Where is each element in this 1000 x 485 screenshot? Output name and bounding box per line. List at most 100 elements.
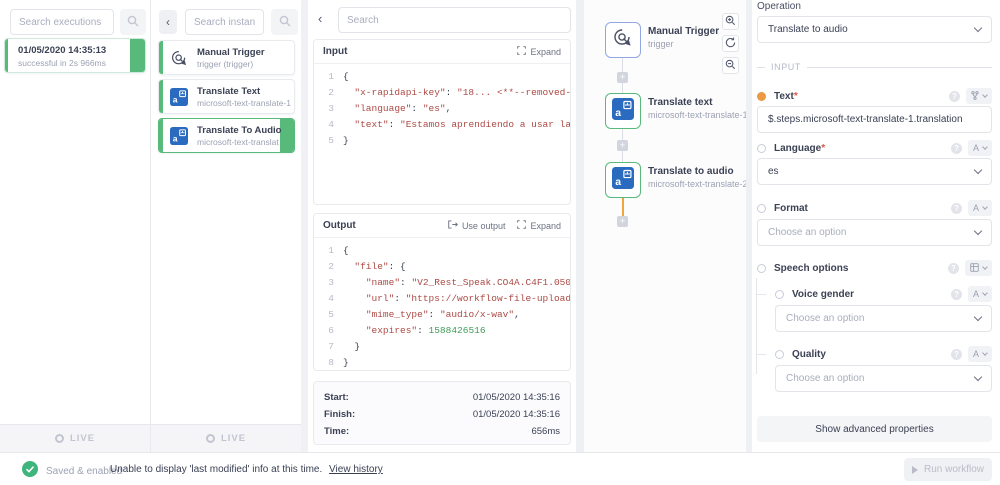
- type-selector-string[interactable]: A: [968, 140, 992, 156]
- run-workflow-button[interactable]: Run workflow: [904, 458, 992, 481]
- help-icon[interactable]: ?: [949, 91, 960, 102]
- use-output-button[interactable]: Use output: [448, 220, 506, 231]
- diagram-node-title[interactable]: Manual Trigger: [648, 26, 719, 37]
- field-label: Voice gender: [792, 289, 854, 300]
- field-dot-icon: [775, 290, 784, 299]
- input-section-divider: INPUT: [757, 62, 992, 72]
- add-step-button[interactable]: +: [617, 216, 628, 227]
- operation-label: Operation: [757, 1, 992, 12]
- show-advanced-properties-button[interactable]: Show advanced properties: [757, 416, 992, 442]
- chevron-down-icon: [974, 313, 982, 321]
- timing-summary: Start: 01/05/2020 14:35:16 Finish: 01/05…: [313, 381, 571, 445]
- play-icon: [912, 466, 918, 474]
- execution-list-item[interactable]: 01/05/2020 14:35:13 successful in 2s 966…: [4, 38, 146, 73]
- svg-text:a: a: [615, 176, 621, 187]
- language-select[interactable]: es: [757, 158, 992, 185]
- input-code[interactable]: 1{2 "x-rapidapi-key": "18... <**--remove…: [314, 64, 570, 154]
- refresh-view-button[interactable]: [722, 35, 739, 52]
- check-circle-icon: [22, 461, 38, 482]
- workflow-app: 01/05/2020 14:35:13 successful in 2s 966…: [0, 0, 1000, 485]
- type-selector-string[interactable]: A: [968, 346, 992, 362]
- operation-select[interactable]: Translate to audio: [757, 16, 992, 43]
- add-step-button[interactable]: +: [617, 140, 628, 151]
- chevron-down-icon: [982, 92, 988, 98]
- string-type-icon: A: [973, 289, 979, 299]
- field-label: Format: [774, 203, 808, 214]
- diagram-node-subtitle: microsoft-text-translate-1: [648, 110, 748, 120]
- chevron-down-icon: [982, 350, 988, 356]
- help-icon[interactable]: ?: [951, 203, 962, 214]
- string-type-icon: A: [973, 203, 979, 213]
- format-select[interactable]: Choose an option: [757, 219, 992, 246]
- input-section-label: INPUT: [771, 62, 801, 72]
- output-code[interactable]: 1{2 "file": {3 "name": "V2_Rest_Speak.CO…: [314, 238, 570, 371]
- zoom-in-icon: [725, 13, 736, 31]
- step-subtitle: microsoft-text-translate-1 (tra..: [197, 98, 291, 109]
- inspector-back-button[interactable]: ‹: [318, 11, 322, 26]
- svg-text:a: a: [173, 95, 178, 105]
- live-label: LIVE: [221, 433, 246, 444]
- search-instance-button[interactable]: [271, 9, 298, 35]
- nested-guide-line: [757, 294, 766, 295]
- search-executions-button[interactable]: [120, 9, 146, 35]
- diagram-node-translate-text[interactable]: a: [605, 93, 641, 129]
- footer-bar: Saved & enabled Unable to display 'last …: [0, 452, 1000, 485]
- panel-divider: [576, 0, 584, 452]
- manual-trigger-icon: [170, 49, 189, 73]
- chevron-down-icon: [982, 264, 988, 270]
- expand-input-button[interactable]: Expand: [517, 46, 561, 57]
- search-instance-input[interactable]: [185, 9, 264, 35]
- voice-gender-select[interactable]: Choose an option: [775, 305, 992, 332]
- collapse-panel-button[interactable]: ‹: [159, 10, 177, 34]
- step-selected-indicator: [280, 119, 294, 152]
- inspector-search-input[interactable]: [338, 7, 571, 33]
- type-selector-string[interactable]: A: [968, 286, 992, 302]
- use-output-icon: [448, 220, 458, 231]
- type-selector-expression[interactable]: [966, 88, 992, 104]
- diagram-node-title[interactable]: Translate to audio: [648, 166, 734, 177]
- instance-live-toggle[interactable]: LIVE: [151, 424, 301, 452]
- instance-step-translate-text[interactable]: a Translate Text microsoft-text-translat…: [158, 79, 295, 114]
- timing-row-start: Start: 01/05/2020 14:35:16: [324, 389, 560, 406]
- diagram-node-translate-to-audio[interactable]: a: [605, 162, 641, 198]
- instance-step-translate-to-audio[interactable]: a Translate To Audio microsoft-text-tran…: [158, 118, 295, 153]
- step-config-panel: Operation Translate to audio INPUT Text*…: [752, 0, 1000, 452]
- type-selector-object[interactable]: [965, 260, 992, 276]
- help-icon[interactable]: ?: [951, 289, 962, 300]
- input-panel-header: Input Expand: [314, 40, 570, 64]
- instance-step-manual-trigger[interactable]: Manual Trigger trigger (trigger): [158, 40, 295, 75]
- expand-output-button[interactable]: Expand: [517, 220, 561, 231]
- add-step-button[interactable]: +: [617, 72, 628, 83]
- quality-select[interactable]: Choose an option: [775, 365, 992, 392]
- timing-row-time: Time: 656ms: [324, 423, 560, 440]
- view-history-link[interactable]: View history: [329, 464, 383, 475]
- workflow-diagram: Manual Trigger trigger + a Translate tex…: [584, 0, 746, 452]
- executions-live-toggle[interactable]: LIVE: [0, 424, 150, 452]
- execution-status: successful in 2s 966ms: [18, 58, 106, 69]
- expand-icon: [517, 220, 526, 231]
- field-dot-icon: [757, 144, 766, 153]
- execution-selected-indicator: [130, 39, 145, 72]
- help-icon[interactable]: ?: [951, 349, 962, 360]
- field-dot-icon: [757, 204, 766, 213]
- field-row-quality: Quality ? A: [775, 346, 992, 362]
- chevron-down-icon: [982, 204, 988, 210]
- execution-success-bar: [5, 39, 8, 72]
- live-label: LIVE: [70, 433, 95, 444]
- search-executions-input[interactable]: [10, 9, 114, 35]
- step-title: Translate Text: [197, 86, 260, 98]
- zoom-out-button[interactable]: [722, 57, 739, 74]
- text-value-input[interactable]: $.steps.microsoft-text-translate-1.trans…: [757, 106, 992, 133]
- field-row-format: Format ? A: [757, 200, 992, 216]
- field-label: Text: [774, 91, 794, 102]
- last-modified-message: Unable to display 'last modified' info a…: [110, 464, 383, 475]
- zoom-in-button[interactable]: [722, 13, 739, 30]
- help-icon[interactable]: ?: [948, 263, 959, 274]
- translate-icon: a: [612, 98, 634, 125]
- help-icon[interactable]: ?: [951, 143, 962, 154]
- diagram-node-title[interactable]: Translate text: [648, 97, 712, 108]
- nested-guide-line: [756, 278, 757, 374]
- save-status: Saved & enabled: [22, 461, 122, 482]
- type-selector-string[interactable]: A: [968, 200, 992, 216]
- diagram-node-manual-trigger[interactable]: [605, 22, 641, 58]
